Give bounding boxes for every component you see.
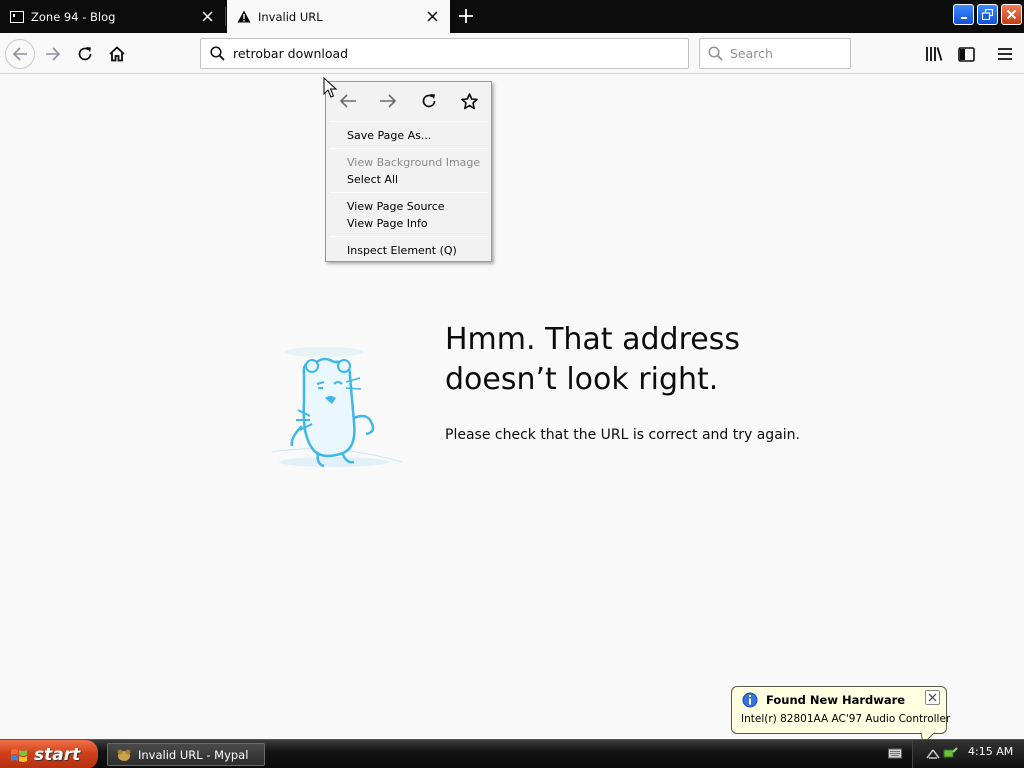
home-button[interactable] <box>102 39 132 69</box>
search-icon <box>700 46 730 61</box>
tab-strip: Zone 94 - Blog Invalid URL <box>0 0 1024 33</box>
plus-icon <box>459 9 473 23</box>
navigation-toolbar: retrobar download <box>0 33 1024 74</box>
library-button[interactable] <box>923 43 945 65</box>
minimize-window-button[interactable] <box>953 4 974 25</box>
restore-window-button[interactable] <box>977 4 998 25</box>
close-icon <box>1006 9 1017 20</box>
error-title-line1: Hmm. That address <box>445 322 740 357</box>
warning-icon <box>236 9 252 25</box>
notification-close-button[interactable] <box>925 690 940 705</box>
menu-item-view-page-info[interactable]: View Page Info <box>347 215 428 232</box>
start-button[interactable]: start <box>0 740 98 768</box>
search-input[interactable] <box>730 46 840 61</box>
minimize-icon <box>960 16 967 19</box>
menu-item-select-all[interactable]: Select All <box>347 171 398 188</box>
mouse-pointer-icon <box>323 77 337 98</box>
taskbar-window-button[interactable]: Invalid URL - Mypal <box>107 743 265 766</box>
close-tab-icon[interactable] <box>424 9 440 25</box>
notification-balloon[interactable]: Found New Hardware Intel(r) 82801AA AC'9… <box>731 686 951 734</box>
context-menu-nav <box>326 82 491 120</box>
forward-icon <box>380 94 397 108</box>
sidebar-icon <box>957 46 975 62</box>
menu-item-save-page-as[interactable]: Save Page As... <box>347 127 431 144</box>
tab-zone94-blog[interactable]: Zone 94 - Blog <box>0 0 225 33</box>
url-text[interactable]: retrobar download <box>233 46 348 61</box>
library-icon <box>926 47 943 61</box>
error-description: Please check that the URL is correct and… <box>445 427 800 443</box>
notification-text: Intel(r) 82801AA AC'97 Audio Controller <box>741 713 951 725</box>
reload-button[interactable] <box>70 39 100 69</box>
error-title-line2: doesn’t look right. <box>445 362 719 397</box>
tab-title: Zone 94 - Blog <box>31 9 116 24</box>
start-label: start <box>34 744 81 765</box>
reload-icon <box>78 47 92 61</box>
page-content: Hmm. That address doesn’t look right. Pl… <box>0 74 1024 739</box>
context-back-button[interactable] <box>337 90 359 112</box>
terminal-icon <box>9 9 25 25</box>
back-button[interactable] <box>5 39 35 69</box>
tab-title: Invalid URL <box>258 9 323 24</box>
hardware-icon[interactable] <box>942 746 958 760</box>
windows-logo-icon <box>11 748 27 762</box>
menu-item-inspect-element[interactable]: Inspect Element (Q) <box>347 242 457 259</box>
hamburger-menu-icon <box>998 48 1012 60</box>
info-icon <box>742 692 758 708</box>
restore-icon <box>982 9 993 20</box>
hamburger-menu-button[interactable] <box>994 43 1016 65</box>
keyboard-icon[interactable] <box>888 747 902 759</box>
tab-invalid-url[interactable]: Invalid URL <box>227 0 450 33</box>
taskbar: start Invalid URL - Mypal <box>0 739 1024 768</box>
reload-icon <box>422 94 436 108</box>
context-menu: Save Page As... View Background Image Se… <box>325 81 492 262</box>
search-icon <box>201 46 233 61</box>
menu-separator <box>330 192 488 193</box>
context-bookmark-button[interactable] <box>458 90 480 112</box>
error-title: Hmm. That address doesn’t look right. <box>445 320 805 400</box>
close-window-button[interactable] <box>1001 4 1022 25</box>
new-tab-button[interactable] <box>452 2 480 30</box>
menu-item-view-page-source[interactable]: View Page Source <box>347 198 445 215</box>
search-box[interactable] <box>699 38 851 69</box>
forward-arrow-icon <box>46 47 61 61</box>
confused-hamster-illustration <box>271 347 403 468</box>
clock: 4:15 AM <box>968 745 1014 758</box>
back-arrow-icon <box>12 47 27 61</box>
close-icon <box>928 693 937 702</box>
bookmark-star-icon <box>460 92 478 109</box>
menu-item-view-background-image: View Background Image <box>347 156 481 169</box>
context-forward-button[interactable] <box>377 90 399 112</box>
mypal-app-icon <box>117 749 131 761</box>
menu-separator <box>330 148 488 149</box>
menu-separator <box>330 121 488 122</box>
network-icon[interactable] <box>925 746 941 760</box>
taskbar-window-label: Invalid URL - Mypal <box>138 747 249 762</box>
notification-title: Found New Hardware <box>766 693 906 707</box>
back-icon <box>339 94 356 108</box>
context-reload-button[interactable] <box>418 90 440 112</box>
tab-separator <box>225 7 226 26</box>
sidebar-toggle-button[interactable] <box>955 43 977 65</box>
home-icon <box>109 46 125 62</box>
menu-separator <box>330 236 488 237</box>
url-bar[interactable]: retrobar download <box>200 38 689 69</box>
close-tab-icon[interactable] <box>199 9 215 25</box>
forward-button[interactable] <box>38 39 68 69</box>
